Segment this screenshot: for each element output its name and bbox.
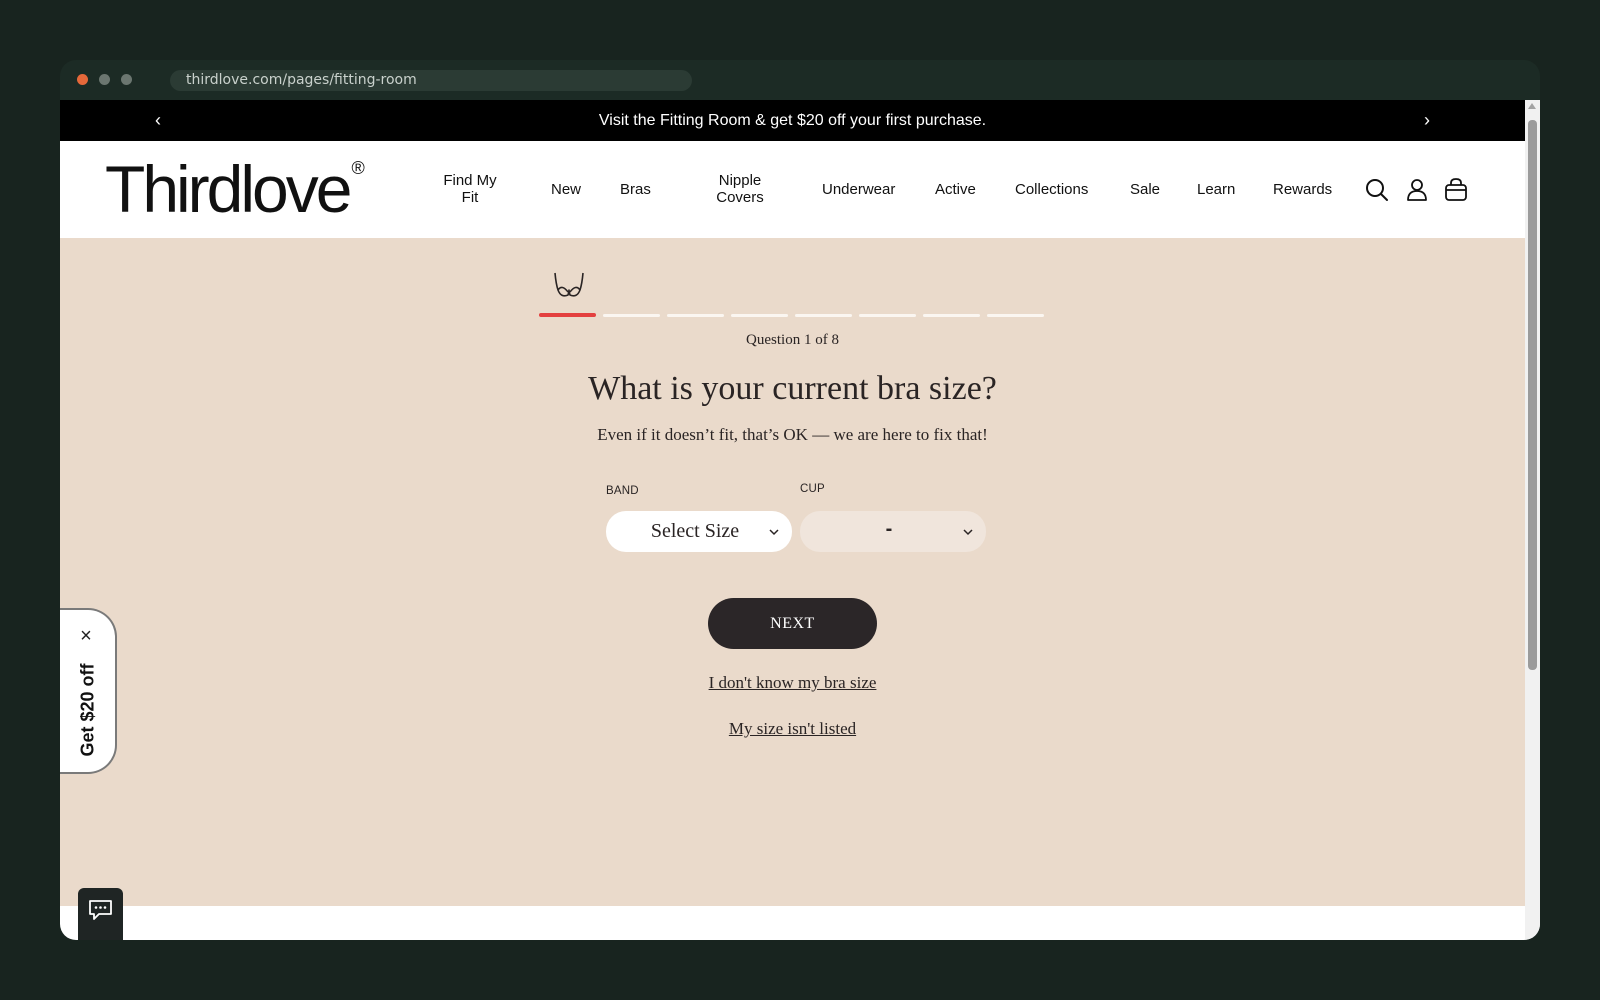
promo-tab[interactable]: × Get $20 off: [60, 608, 117, 774]
announcement-message[interactable]: Visit the Fitting Room & get $20 off you…: [60, 100, 1525, 141]
progress-segment: [987, 314, 1044, 317]
nav-nipple-covers[interactable]: Nipple Covers: [712, 172, 768, 206]
band-label: BAND: [606, 485, 639, 497]
question-title: What is your current bra size?: [588, 370, 997, 407]
nav-bras[interactable]: Bras: [620, 181, 651, 198]
progress-segment: [731, 314, 788, 317]
progress-segment: [923, 314, 980, 317]
chevron-down-icon: [962, 525, 974, 537]
nav-find-my-fit[interactable]: Find My Fit: [440, 172, 500, 206]
minimize-window-button[interactable]: [99, 74, 110, 85]
maximize-window-button[interactable]: [121, 74, 132, 85]
page-viewport: Visit the Fitting Room & get $20 off you…: [60, 100, 1540, 940]
cup-label: CUP: [800, 483, 825, 495]
announcement-bar: Visit the Fitting Room & get $20 off you…: [60, 100, 1525, 141]
close-window-button[interactable]: [77, 74, 88, 85]
cup-select-value: -: [885, 518, 893, 540]
search-icon[interactable]: [1363, 176, 1391, 204]
chevron-down-icon: [768, 525, 780, 537]
nav-rewards[interactable]: Rewards: [1273, 181, 1332, 198]
nav-underwear[interactable]: Underwear: [822, 181, 895, 198]
account-icon[interactable]: [1403, 176, 1431, 204]
chat-button[interactable]: [78, 888, 123, 940]
nav-learn[interactable]: Learn: [1197, 181, 1235, 198]
progress-segment: [667, 314, 724, 317]
promo-label: Get $20 off: [77, 663, 98, 757]
progress-segment: [539, 313, 596, 317]
nav-active[interactable]: Active: [935, 181, 976, 198]
logo-registered-mark: ®: [351, 158, 365, 178]
progress-segment: [859, 314, 916, 317]
browser-window: thirdlove.com/pages/fitting-room Visit t…: [60, 60, 1540, 940]
band-select-value: Select Size: [650, 520, 740, 542]
scroll-up-arrow[interactable]: [1528, 103, 1536, 109]
thirdlove-logo[interactable]: Thirdlove ®: [105, 156, 365, 222]
nav-sale[interactable]: Sale: [1130, 181, 1160, 198]
bra-icon: [552, 270, 586, 304]
band-select[interactable]: Select Size: [606, 511, 792, 552]
announcement-next-arrow[interactable]: ›: [1412, 100, 1442, 141]
nav-collections[interactable]: Collections: [1015, 181, 1088, 198]
size-not-listed-link[interactable]: My size isn't listed: [60, 719, 1525, 739]
chat-icon: [89, 900, 112, 920]
title-bar: thirdlove.com/pages/fitting-room: [60, 60, 1540, 100]
cup-select[interactable]: -: [800, 511, 986, 552]
question-counter: Question 1 of 8: [746, 332, 839, 348]
announcement-prev-arrow[interactable]: ‹: [143, 100, 173, 141]
page-scrollbar[interactable]: [1525, 100, 1540, 940]
site-header: Thirdlove ® Find My Fit New Bras Nipple C…: [60, 141, 1525, 238]
logo-text: Thirdlove: [105, 152, 352, 226]
progress-segment: [795, 314, 852, 317]
cart-icon[interactable]: [1442, 176, 1470, 204]
close-icon[interactable]: ×: [76, 626, 96, 646]
dont-know-size-link[interactable]: I don't know my bra size: [60, 673, 1525, 693]
scrollbar-thumb[interactable]: [1528, 120, 1537, 670]
next-button[interactable]: NEXT: [708, 598, 877, 649]
address-bar[interactable]: thirdlove.com/pages/fitting-room: [170, 70, 692, 91]
nav-new[interactable]: New: [551, 181, 581, 198]
fitting-room-quiz: Question 1 of 8 What is your current bra…: [60, 238, 1525, 906]
progress-segment: [603, 314, 660, 317]
question-subtitle: Even if it doesn’t fit, that’s OK — we a…: [597, 425, 988, 444]
